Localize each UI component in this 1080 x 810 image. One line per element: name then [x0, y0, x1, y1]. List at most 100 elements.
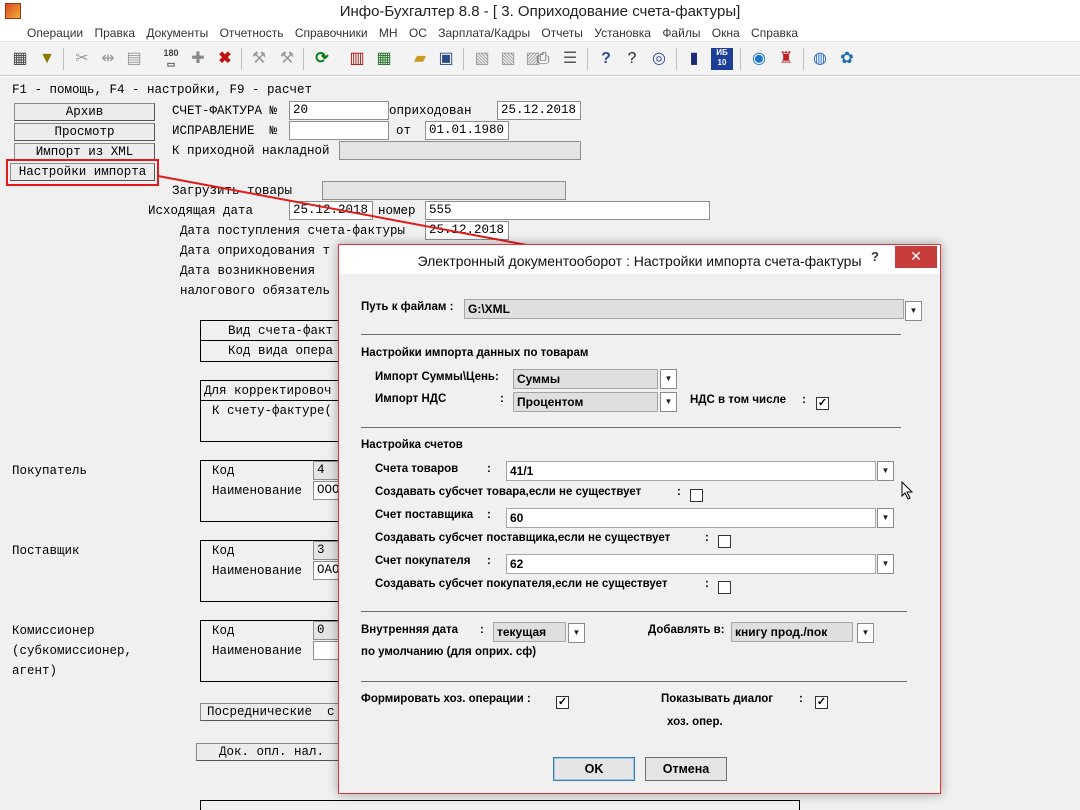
add-to-select[interactable]: книгу прод./пок: [731, 622, 853, 642]
intermediary-button[interactable]: Посреднические с: [200, 703, 340, 721]
commissioner-name-field[interactable]: [313, 641, 339, 660]
buyer-code-field[interactable]: 4: [313, 461, 339, 480]
refresh-icon[interactable]: ⟳: [311, 48, 333, 70]
calculator-icon[interactable]: ▦: [9, 48, 31, 70]
help-icon[interactable]: ?: [595, 48, 617, 70]
teamviewer-icon[interactable]: ♜: [775, 48, 797, 70]
from-label: от: [396, 124, 412, 138]
supplier-name-field[interactable]: ОАО: [313, 561, 339, 580]
menu-mn[interactable]: МН: [376, 24, 401, 42]
buyer-account-dropdown-icon[interactable]: ▼: [877, 554, 894, 574]
correction-number-field[interactable]: [289, 121, 389, 140]
split-icon[interactable]: ⇹: [97, 48, 119, 70]
commissioner-code-label: Код: [212, 624, 235, 638]
goods-account-dropdown-icon[interactable]: ▼: [877, 461, 894, 481]
menu-documents[interactable]: Документы: [143, 24, 211, 42]
internal-date-dropdown-icon[interactable]: ▼: [568, 623, 585, 643]
image-icon[interactable]: ▧: [471, 48, 493, 70]
sum-price-select[interactable]: Суммы: [513, 369, 658, 389]
list-icon[interactable]: ☰: [559, 48, 581, 70]
help-button[interactable]: ?: [871, 249, 879, 264]
goods-account-field[interactable]: 41/1: [506, 461, 876, 481]
menu-edit[interactable]: Правка: [91, 24, 138, 42]
form-ops-checkbox[interactable]: ✓: [556, 696, 569, 709]
supplier-account-dropdown-icon[interactable]: ▼: [877, 508, 894, 528]
menu-reporting[interactable]: Отчетность: [217, 24, 287, 42]
vat-label: Импорт НДС: [375, 393, 447, 405]
buyer-code-label: Код: [212, 464, 235, 478]
posted-date-field[interactable]: 25.12.2018: [497, 101, 581, 120]
create-buyer-sub-checkbox[interactable]: [718, 581, 731, 594]
view-button[interactable]: Просмотр: [14, 123, 155, 141]
ok-button[interactable]: OK: [553, 757, 635, 781]
toolbar: ▦ ▼ ✂ ⇹ ▤ 180 ▭ ✚ ✖ ⚒ ⚒ ⟳ ▥ ▦ ▰ ▣ ▧ ▧ ▨ ⎙…: [0, 42, 1080, 76]
counter-icon[interactable]: 180 ▭: [160, 48, 182, 70]
commissioner-label-1: Комиссионер: [12, 624, 95, 638]
path-dropdown-icon[interactable]: ▼: [905, 301, 922, 321]
spreadsheet-icon[interactable]: ▦: [373, 48, 395, 70]
show-dialog-colon: :: [799, 693, 803, 705]
commissioner-label-2: (субкомиссионер,: [12, 644, 133, 658]
menu-files[interactable]: Файлы: [659, 24, 703, 42]
menu-setup[interactable]: Установка: [591, 24, 654, 42]
create-supplier-sub-checkbox[interactable]: [718, 535, 731, 548]
commissioner-code-field[interactable]: 0: [313, 621, 339, 640]
filter-icon[interactable]: ▼: [36, 48, 58, 70]
cut-icon[interactable]: ✂: [71, 48, 93, 70]
internal-date-label: Внутренняя дата: [361, 624, 459, 636]
menu-salary[interactable]: Зарплата/Кадры: [435, 24, 533, 42]
to-receipt-field[interactable]: [339, 141, 581, 160]
save-icon[interactable]: ▣: [435, 48, 457, 70]
ib10-icon[interactable]: ИБ 10: [711, 48, 733, 70]
menu-operations[interactable]: Операции: [24, 24, 86, 42]
vat-included-label: НДС в том числе: [690, 394, 787, 406]
add-to-dropdown-icon[interactable]: ▼: [857, 623, 874, 643]
settings-icon[interactable]: ✿: [836, 48, 858, 70]
buyer-name-field[interactable]: ООО: [313, 481, 339, 500]
invoice-number-field[interactable]: 20: [289, 101, 389, 120]
create-goods-sub-checkbox[interactable]: [690, 489, 703, 502]
archive-button[interactable]: Архив: [14, 103, 155, 121]
payment-doc-button[interactable]: Док. опл. нал.: [196, 743, 340, 761]
menu-os[interactable]: ОС: [406, 24, 430, 42]
buyer-account-field[interactable]: 62: [506, 554, 876, 574]
menu-help[interactable]: Справка: [748, 24, 801, 42]
close-icon[interactable]: ✕: [895, 246, 937, 268]
show-dialog-checkbox[interactable]: ✓: [815, 696, 828, 709]
internal-date-select[interactable]: текущая: [493, 622, 566, 642]
sum-price-dropdown-icon[interactable]: ▼: [660, 369, 677, 389]
default-label: по умолчанию (для оприх. сф): [361, 646, 537, 658]
path-field[interactable]: G:\XML: [464, 299, 904, 319]
tool-icon[interactable]: ⚒: [248, 48, 270, 70]
tax-date-label-2: налогового обязатель: [180, 284, 331, 298]
compass-icon[interactable]: ◎: [648, 48, 670, 70]
path-label: Путь к файлам :: [361, 301, 454, 313]
internal-date-colon: :: [480, 624, 484, 636]
whats-this-icon[interactable]: ?: [621, 48, 643, 70]
delete-icon[interactable]: ✖: [214, 48, 236, 70]
supplier-account-field[interactable]: 60: [506, 508, 876, 528]
paste-icon[interactable]: ▤: [123, 48, 145, 70]
folder-icon[interactable]: ▰: [409, 48, 431, 70]
vat-select[interactable]: Процентом: [513, 392, 658, 412]
create-buyer-sub-label: Создавать субсчет покупателя,если не сущ…: [375, 578, 668, 590]
app-icon[interactable]: [5, 3, 21, 19]
pdf-icon[interactable]: ▥: [346, 48, 368, 70]
print-icon[interactable]: ⎙: [532, 48, 554, 70]
add-icon[interactable]: ✚: [187, 48, 209, 70]
menu-reports[interactable]: Отчеты: [538, 24, 585, 42]
vat-included-checkbox[interactable]: ✓: [816, 397, 829, 410]
from-date-field[interactable]: 01.01.1980: [425, 121, 509, 140]
menu-directories[interactable]: Справочники: [292, 24, 371, 42]
update-icon[interactable]: ◉: [748, 48, 770, 70]
supplier-code-field[interactable]: 3: [313, 541, 339, 560]
menu-windows[interactable]: Окна: [709, 24, 743, 42]
vat-dropdown-icon[interactable]: ▼: [660, 392, 677, 412]
tool2-icon[interactable]: ⚒: [276, 48, 298, 70]
image2-icon[interactable]: ▧: [497, 48, 519, 70]
book-icon[interactable]: ▮: [683, 48, 705, 70]
globe-icon[interactable]: ◍: [809, 48, 831, 70]
vat-colon: :: [500, 393, 504, 405]
cancel-button[interactable]: Отмена: [645, 757, 727, 781]
add-to-label: Добавлять в:: [648, 624, 725, 636]
